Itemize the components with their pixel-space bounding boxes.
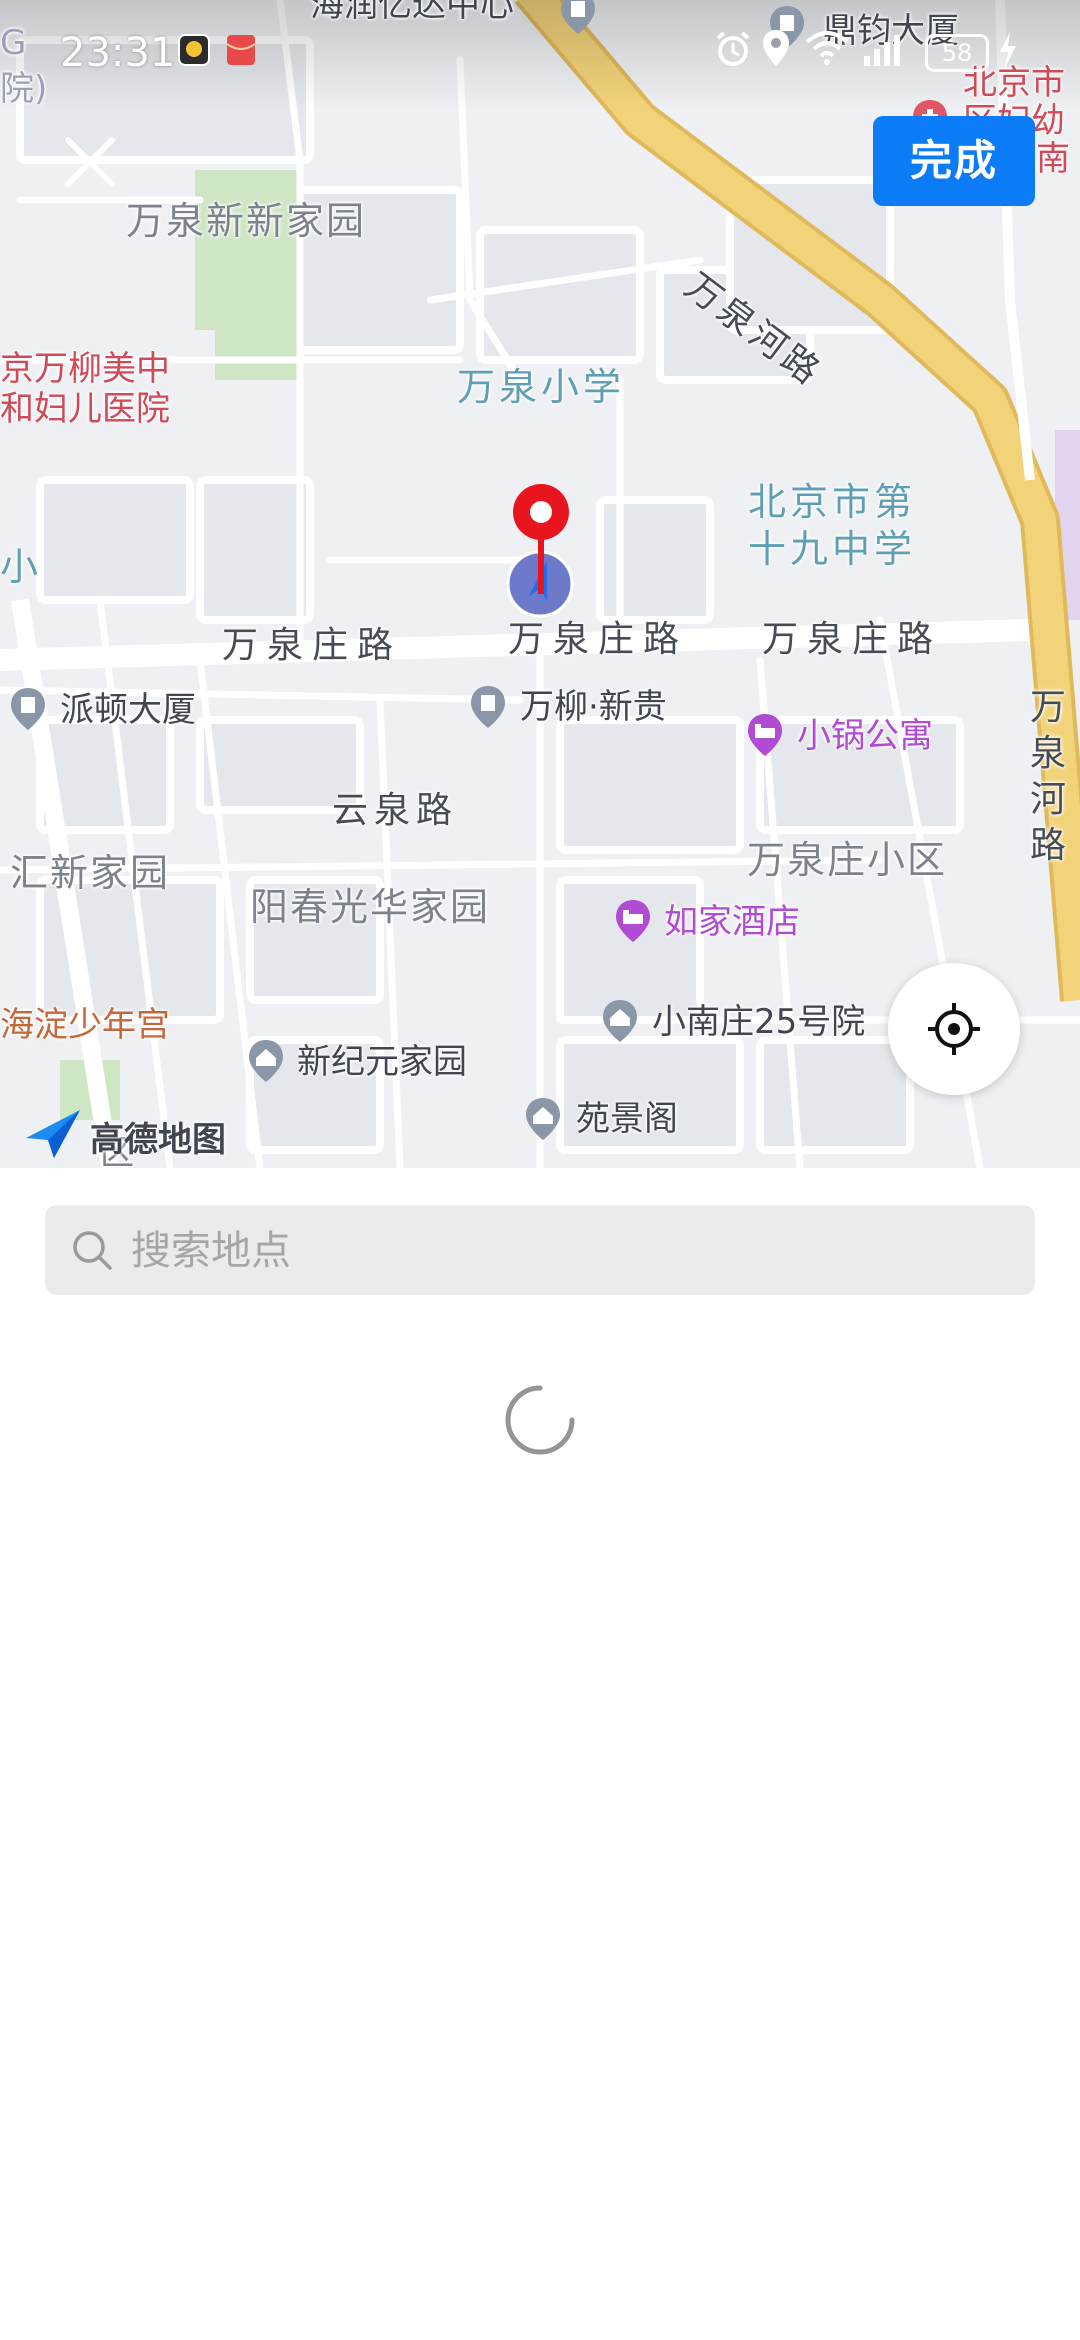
- building-pin-icon: [471, 686, 505, 728]
- poi-label: 小南庄25号院: [652, 1002, 866, 1042]
- done-button[interactable]: 完成: [873, 116, 1035, 206]
- status-bar: 23:31 58: [0, 0, 1080, 100]
- residential-pin-icon: [603, 1000, 637, 1042]
- place-label: 海淀少年宫: [0, 1005, 170, 1045]
- building-pin-icon: [11, 688, 45, 730]
- area-label: 阳春光华家园: [250, 885, 491, 929]
- area-label: 万泉新新家园: [126, 199, 367, 243]
- road-label-wanquanzhuang: 万泉庄路: [762, 619, 943, 660]
- search-box[interactable]: [45, 1205, 1035, 1297]
- road-label-wanquanzhuang: 万泉庄路: [222, 625, 403, 666]
- residential-pin-icon: [249, 1040, 283, 1082]
- poi-label: 新纪元家园: [297, 1042, 467, 1082]
- loading-spinner-icon: [505, 1385, 575, 1455]
- location-icon: [763, 30, 789, 66]
- poi-label: 苑景阁: [576, 1099, 678, 1139]
- amap-arrow-icon: [26, 1110, 80, 1158]
- school-label: 北京市第: [748, 480, 917, 524]
- hospital-label: 和妇儿医院: [0, 389, 170, 429]
- school-label: 小: [0, 545, 43, 589]
- hospital-label: 京万柳美中: [0, 349, 170, 389]
- road-label-yunquan: 云泉路: [332, 790, 459, 831]
- battery-icon: 58: [925, 34, 989, 72]
- amap-logo-text: 高德地图: [90, 1120, 226, 1160]
- signal-icon: [864, 35, 900, 66]
- alarm-icon: [716, 31, 750, 66]
- school-label: 万泉小学: [457, 365, 626, 409]
- wifi-icon: [805, 31, 849, 65]
- crosshair-icon: [928, 1003, 980, 1055]
- selected-location-pin-icon[interactable]: [507, 484, 577, 624]
- status-time: 23:31: [60, 30, 176, 76]
- close-icon[interactable]: [58, 130, 122, 194]
- app-notification-icon: [178, 34, 210, 66]
- road-label-wanquanzhuang: 万泉庄路: [508, 619, 689, 660]
- locate-me-button[interactable]: [888, 963, 1020, 1095]
- search-icon: [73, 1231, 112, 1270]
- amap-logo: 高德地图: [22, 1108, 226, 1160]
- red-envelope-icon: [226, 35, 256, 65]
- hospital-label: 南: [1036, 139, 1070, 179]
- search-input[interactable]: [129, 1205, 1013, 1297]
- residential-pin-icon: [526, 1098, 560, 1140]
- area-label: 万泉庄小区: [747, 838, 948, 882]
- area-label: 汇新家园: [10, 851, 171, 895]
- poi-label: 万柳·新贵: [520, 687, 667, 727]
- hotel-label: 如家酒店: [664, 902, 800, 942]
- poi-label: 派顿大厦: [60, 690, 196, 730]
- hotel-label: 小锅公寓: [797, 716, 933, 756]
- hotel-pin-icon: [616, 900, 650, 942]
- hotel-pin-icon: [748, 714, 782, 756]
- road-label-wanquanhe-vertical: 万泉河路: [1030, 687, 1067, 866]
- charging-icon: [1000, 32, 1016, 68]
- school-label: 十九中学: [748, 527, 917, 571]
